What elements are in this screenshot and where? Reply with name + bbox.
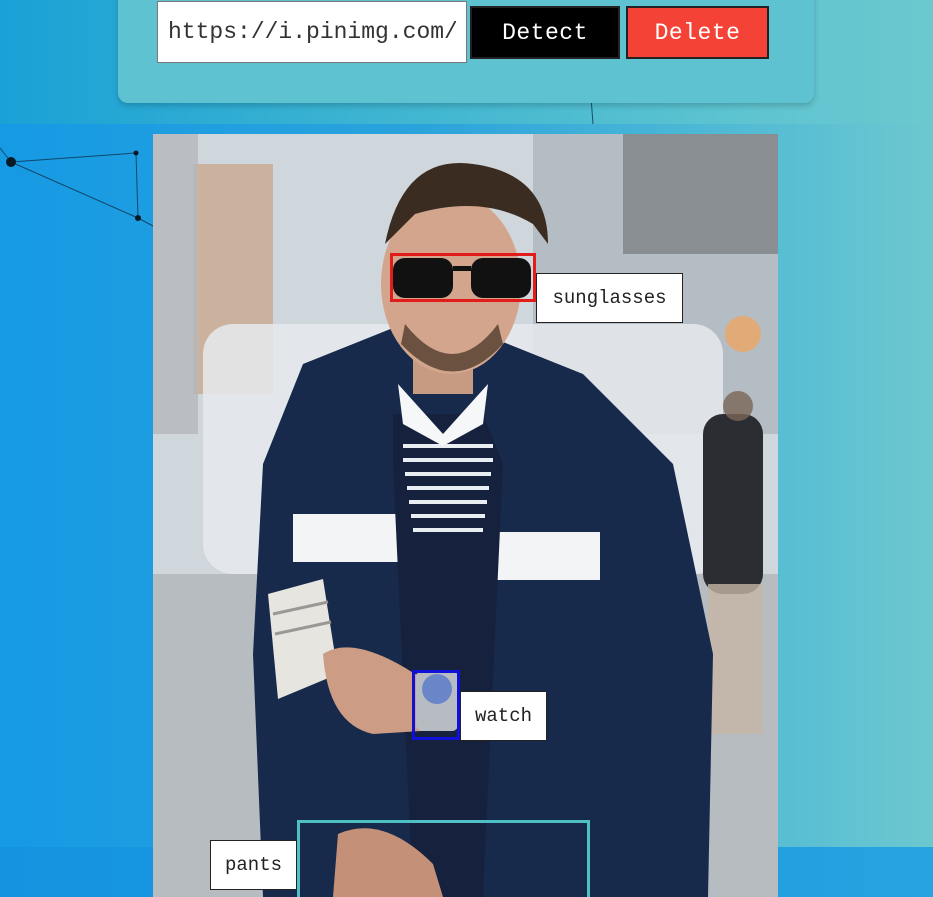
analyzed-photo [153, 134, 778, 897]
sunglasses-detection-box [390, 253, 536, 302]
delete-button[interactable]: Delete [626, 6, 769, 59]
image-url-input[interactable] [157, 1, 467, 63]
photo-illustration [153, 134, 778, 897]
detect-button[interactable]: Detect [470, 6, 620, 59]
watch-detection-box [412, 670, 460, 740]
pants-detection-box [297, 820, 590, 897]
watch-detection-label: watch [460, 691, 547, 741]
sunglasses-detection-label: sunglasses [536, 273, 683, 323]
pants-detection-label: pants [210, 840, 297, 890]
